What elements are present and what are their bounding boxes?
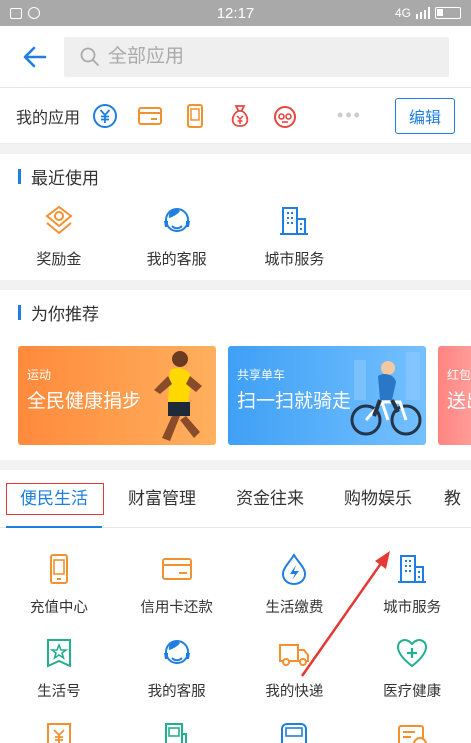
credit-card-icon — [158, 550, 196, 588]
recommend-title: 为你推荐 — [31, 304, 99, 324]
search-header — [0, 26, 471, 88]
tab-label: 教 — [444, 488, 461, 508]
divider — [0, 144, 471, 154]
phone-recharge-icon — [40, 550, 78, 588]
tab-education[interactable]: 教 — [432, 470, 471, 528]
my-apps-bar: 我的应用 ••• 编辑 — [0, 88, 471, 144]
battery-icon — [435, 7, 461, 19]
tab-label: 资金往来 — [236, 488, 304, 508]
app-partial-4[interactable] — [353, 718, 471, 743]
money-bag-icon[interactable] — [225, 101, 255, 131]
app-label: 信用卡还款 — [140, 600, 213, 616]
back-arrow-icon — [23, 46, 47, 67]
delivery-truck-icon — [275, 634, 313, 672]
bike-rider-illustration — [350, 352, 422, 436]
app-label: 生活缴费 — [265, 600, 324, 616]
banner-tag: 共享单车 — [237, 368, 286, 382]
app-label: 城市服务 — [383, 600, 442, 616]
section-title-bar — [18, 168, 21, 184]
back-button[interactable] — [20, 42, 50, 72]
section-title-bar — [18, 304, 21, 320]
app-express[interactable]: 我的快递 — [236, 634, 354, 718]
app-credit-card[interactable]: 信用卡还款 — [118, 550, 236, 634]
divider — [0, 460, 471, 470]
app-label: 医疗健康 — [383, 684, 442, 700]
app-partial-3[interactable] — [236, 718, 354, 743]
tab-funds[interactable]: 资金往来 — [216, 470, 324, 528]
app-label: 我的客服 — [146, 251, 207, 268]
tab-label: 购物娱乐 — [344, 488, 412, 508]
banner-title: 扫一扫就骑走 — [237, 391, 352, 412]
runner-illustration — [154, 351, 202, 441]
app-partial-2[interactable] — [118, 718, 236, 743]
tab-wealth[interactable]: 财富管理 — [108, 470, 216, 528]
app-grid-next-row — [0, 718, 471, 743]
search-input[interactable] — [108, 45, 449, 68]
banner-shared-bike[interactable]: 共享单车 扫一扫就骑走 — [228, 346, 426, 445]
app-city-service[interactable]: 城市服务 — [236, 202, 354, 280]
recent-section: 最近使用 奖励金 我的客服 城市服务 — [0, 154, 471, 280]
star-badge-icon — [40, 634, 78, 672]
recent-apps: 奖励金 我的客服 城市服务 — [0, 198, 471, 280]
app-label: 生活号 — [37, 684, 81, 700]
city-building-icon — [275, 202, 313, 240]
app-recharge[interactable]: 充值中心 — [0, 550, 118, 634]
invoice-icon — [393, 718, 431, 743]
recommend-section: 为你推荐 运动 全民健康捐步 共享单车 扫一扫就骑走 红包 送 — [0, 290, 471, 460]
app-reward[interactable]: 奖励金 — [0, 202, 118, 280]
city-building-icon — [393, 550, 431, 588]
card-icon[interactable] — [135, 101, 165, 131]
banner-health-steps[interactable]: 运动 全民健康捐步 — [18, 346, 216, 445]
app-medical[interactable]: 医疗健康 — [353, 634, 471, 718]
yuan-circle-icon[interactable] — [90, 101, 120, 131]
category-tabs: 便民生活 财富管理 资金往来 购物娱乐 教 — [0, 470, 471, 528]
app-utility[interactable]: 生活缴费 — [236, 550, 354, 634]
app-label: 我的客服 — [147, 684, 206, 700]
app-customer-service[interactable]: 我的客服 — [118, 202, 236, 280]
app-list-page: 12:17 4G 我的应用 — [0, 0, 471, 743]
medical-heart-icon — [393, 634, 431, 672]
customer-service-icon — [158, 634, 196, 672]
tab-convenience[interactable]: 便民生活 — [0, 470, 108, 528]
app-partial-1[interactable] — [0, 718, 118, 743]
app-city-service-grid[interactable]: 城市服务 — [353, 550, 471, 634]
recent-title: 最近使用 — [31, 168, 99, 188]
app-label: 奖励金 — [36, 251, 82, 268]
more-dots-icon: ••• — [337, 105, 362, 125]
banner-red-packet[interactable]: 红包 送出 — [438, 346, 471, 445]
app-label: 城市服务 — [264, 251, 325, 268]
yuan-doc-icon — [40, 718, 78, 743]
banner-tag: 红包 — [447, 368, 471, 382]
app-label: 充值中心 — [29, 600, 88, 616]
highlight-box — [6, 482, 104, 515]
face-icon[interactable] — [270, 101, 300, 131]
phone-icon[interactable] — [180, 101, 210, 131]
divider — [0, 280, 471, 290]
banner-carousel: 运动 全民健康捐步 共享单车 扫一扫就骑走 红包 送 — [0, 334, 471, 460]
tab-shopping[interactable]: 购物娱乐 — [324, 470, 432, 528]
app-grid: 充值中心 信用卡还款 生活缴费 城市服务 生活号 我的客服 我的快递 医疗健康 — [0, 528, 471, 718]
banner-title: 送出 — [447, 391, 471, 412]
reward-icon — [40, 202, 78, 240]
app-label: 我的快递 — [265, 684, 324, 700]
section-title: 最近使用 — [0, 154, 471, 198]
bus-icon — [275, 718, 313, 743]
search-icon — [80, 47, 99, 66]
edit-button[interactable]: 编辑 — [394, 97, 455, 134]
status-bar: 12:17 4G — [0, 0, 471, 26]
fuel-pump-icon — [158, 718, 196, 743]
my-apps-label: 我的应用 — [16, 109, 81, 127]
status-time: 12:17 — [216, 5, 255, 22]
tab-label: 财富管理 — [128, 488, 196, 508]
banner-tag: 运动 — [27, 368, 52, 382]
search-box[interactable] — [64, 36, 449, 77]
utility-bolt-icon — [275, 550, 313, 588]
banner-title: 全民健康捐步 — [27, 391, 142, 412]
customer-service-icon — [158, 202, 196, 240]
app-customer-service-grid[interactable]: 我的客服 — [118, 634, 236, 718]
section-title: 为你推荐 — [0, 290, 471, 334]
app-life-account[interactable]: 生活号 — [0, 634, 118, 718]
